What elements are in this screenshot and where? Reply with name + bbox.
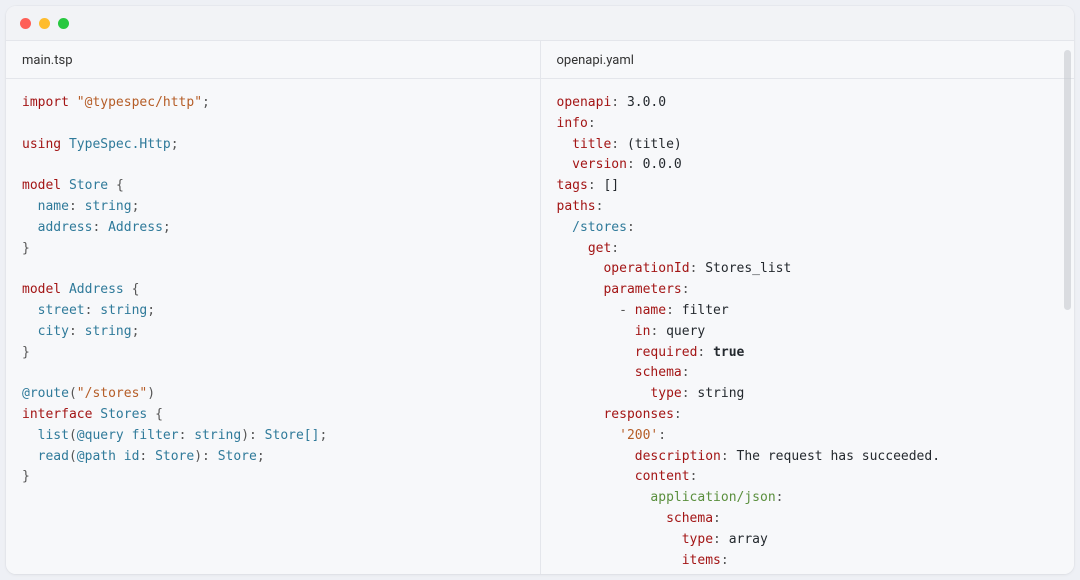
op-read: read [38,449,69,464]
path-decorator: @path [77,449,116,464]
yaml-info-key: info [557,116,588,131]
yaml-path-stores: /stores [572,220,627,235]
list-return-type: Store[] [265,428,320,443]
yaml-version-val: 0.0.0 [643,157,682,172]
yaml-tags-val: [] [603,178,619,193]
yaml-param-type-string: string [697,386,744,401]
yaml-resp-schema-key: schema [666,511,713,526]
yaml-content-key: content [635,469,690,484]
kw-model-address: model [22,282,61,297]
code-openapi-yaml[interactable]: openapi: 3.0.0 info: title: (title) vers… [541,79,1075,574]
yaml-title-val: (title) [627,137,682,152]
yaml-openapi-val: 3.0.0 [627,95,666,110]
model-address-name: Address [69,282,124,297]
yaml-param-required-key: required [635,345,698,360]
yaml-opid-list-key: operationId [603,261,689,276]
list-param-type: string [194,428,241,443]
using-namespace: TypeSpec.Http [69,137,171,152]
address-street-key: street [38,303,85,318]
maximize-icon[interactable] [58,18,69,29]
yaml-title-key: title [572,137,611,152]
yaml-get-stores: get [588,241,611,256]
query-decorator: @query [77,428,124,443]
minimize-icon[interactable] [39,18,50,29]
read-param: id [124,449,140,464]
left-pane: main.tsp import "@typespec/http"; using … [6,41,540,574]
yaml-param-in-key: in [635,324,651,339]
code-main-tsp[interactable]: import "@typespec/http"; using TypeSpec.… [6,79,540,574]
yaml-code-200: '200' [619,428,658,443]
yaml-tags-key: tags [557,178,588,193]
scrollbar-thumb[interactable] [1064,50,1071,310]
yaml-description-val: The request has succeeded. [737,449,941,464]
store-address-key: address [38,220,93,235]
address-city-type: string [85,324,132,339]
yaml-ref-key: $ref [697,573,728,574]
yaml-param-required-true: true [713,345,744,360]
editor-window: main.tsp import "@typespec/http"; using … [6,6,1074,574]
yaml-responses-key: responses [603,407,673,422]
store-name-type: string [85,199,132,214]
store-address-type: Address [108,220,163,235]
read-return-type: Store [218,449,257,464]
traffic-lights [20,18,69,29]
yaml-mime-json: application/json [650,490,775,505]
interface-name: Stores [100,407,147,422]
yaml-opid-list-val: Stores_list [705,261,791,276]
yaml-ref-store: Store [917,573,956,574]
list-param: filter [132,428,179,443]
kw-import: import [22,95,69,110]
right-pane: openapi.yaml openapi: 3.0.0 info: title:… [540,41,1075,574]
address-street-type: string [100,303,147,318]
route-decorator: @route [22,386,69,401]
kw-using: using [22,137,61,152]
import-path: "@typespec/http" [77,95,202,110]
yaml-items-key: items [682,553,721,568]
read-param-type: Store [155,449,194,464]
op-list: list [38,428,69,443]
yaml-paths-key: paths [557,199,596,214]
model-store-name: Store [69,178,108,193]
tab-openapi-yaml[interactable]: openapi.yaml [541,41,1075,79]
yaml-resp-type-key: type [682,532,713,547]
yaml-ref-components: components [768,573,846,574]
yaml-param-schema-key: schema [635,365,682,380]
close-icon[interactable] [20,18,31,29]
yaml-openapi-key: openapi [557,95,612,110]
yaml-param-type-key: type [650,386,681,401]
yaml-params-list-key: parameters [603,282,681,297]
yaml-param-name-key: name [635,303,666,318]
yaml-ref-prefix: '#/ [744,573,767,574]
yaml-version-key: version [572,157,627,172]
split-panes: main.tsp import "@typespec/http"; using … [6,41,1074,574]
yaml-param-in-query: query [666,324,705,339]
yaml-param-filter: filter [682,303,729,318]
titlebar [6,6,1074,41]
route-path: "/stores" [77,386,147,401]
yaml-resp-type-array: array [729,532,768,547]
yaml-ref-suffix: ' [956,573,964,574]
kw-model-store: model [22,178,61,193]
yaml-ref-schemas: schemas [854,573,909,574]
store-name-key: name [38,199,69,214]
kw-interface: interface [22,407,92,422]
tab-main-tsp[interactable]: main.tsp [6,41,540,79]
yaml-description-key: description [635,449,721,464]
address-city-key: city [38,324,69,339]
